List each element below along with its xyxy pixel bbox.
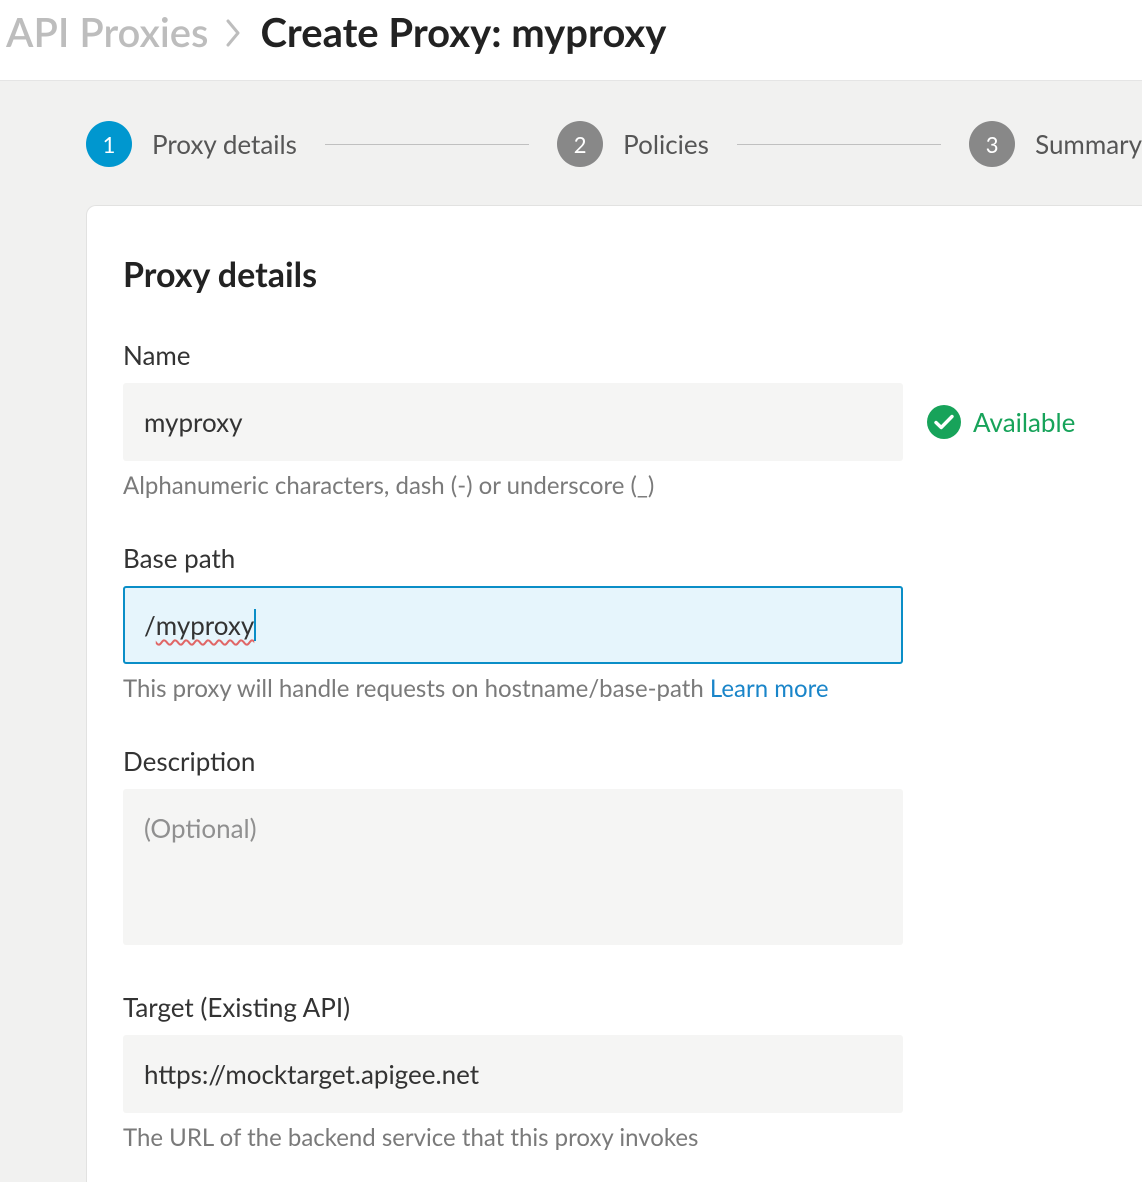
step-label: Policies — [623, 128, 709, 160]
field-target: Target (Existing API) The URL of the bac… — [123, 991, 1106, 1152]
field-hint: This proxy will handle requests on hostn… — [123, 674, 1106, 703]
text-cursor — [254, 609, 256, 641]
step-connector — [325, 144, 529, 145]
field-description: Description — [123, 745, 1106, 949]
field-name: Name Available Alphanumeric characters, … — [123, 339, 1106, 500]
step-proxy-details[interactable]: 1 Proxy details — [86, 121, 297, 167]
basepath-input[interactable]: /myproxy — [123, 586, 903, 664]
basepath-prefix: / — [144, 609, 156, 641]
breadcrumb: API Proxies Create Proxy: myproxy — [6, 8, 1136, 56]
chevron-right-icon — [226, 8, 242, 56]
field-label: Name — [123, 339, 1106, 371]
status-text: Available — [973, 406, 1075, 438]
panel-title: Proxy details — [123, 254, 1106, 295]
step-number: 1 — [86, 121, 132, 167]
content-area: 1 Proxy details 2 Policies 3 Summary Pro… — [0, 81, 1142, 1182]
step-number: 3 — [969, 121, 1015, 167]
name-status: Available — [927, 405, 1075, 439]
step-connector — [737, 144, 941, 145]
step-number: 2 — [557, 121, 603, 167]
field-label: Target (Existing API) — [123, 991, 1106, 1023]
step-policies[interactable]: 2 Policies — [557, 121, 709, 167]
stepper: 1 Proxy details 2 Policies 3 Summary — [86, 121, 1142, 167]
step-summary[interactable]: 3 Summary — [969, 121, 1142, 167]
basepath-value: myproxy — [156, 609, 254, 641]
field-label: Base path — [123, 542, 1106, 574]
proxy-details-panel: Proxy details Name Available Alphanumeri… — [86, 205, 1142, 1182]
learn-more-link[interactable]: Learn more — [710, 674, 829, 703]
target-input[interactable] — [123, 1035, 903, 1113]
breadcrumb-parent[interactable]: API Proxies — [6, 8, 208, 56]
name-input[interactable] — [123, 383, 903, 461]
field-basepath: Base path /myproxy This proxy will handl… — [123, 542, 1106, 703]
field-hint: The URL of the backend service that this… — [123, 1123, 1106, 1152]
field-label: Description — [123, 745, 1106, 777]
step-label: Proxy details — [152, 128, 297, 160]
field-hint: Alphanumeric characters, dash (-) or und… — [123, 471, 1106, 500]
page-header: API Proxies Create Proxy: myproxy — [0, 0, 1142, 81]
check-circle-icon — [927, 405, 961, 439]
breadcrumb-current: Create Proxy: myproxy — [260, 8, 666, 56]
description-input[interactable] — [123, 789, 903, 945]
hint-text: This proxy will handle requests on hostn… — [123, 674, 710, 703]
step-label: Summary — [1035, 128, 1142, 160]
